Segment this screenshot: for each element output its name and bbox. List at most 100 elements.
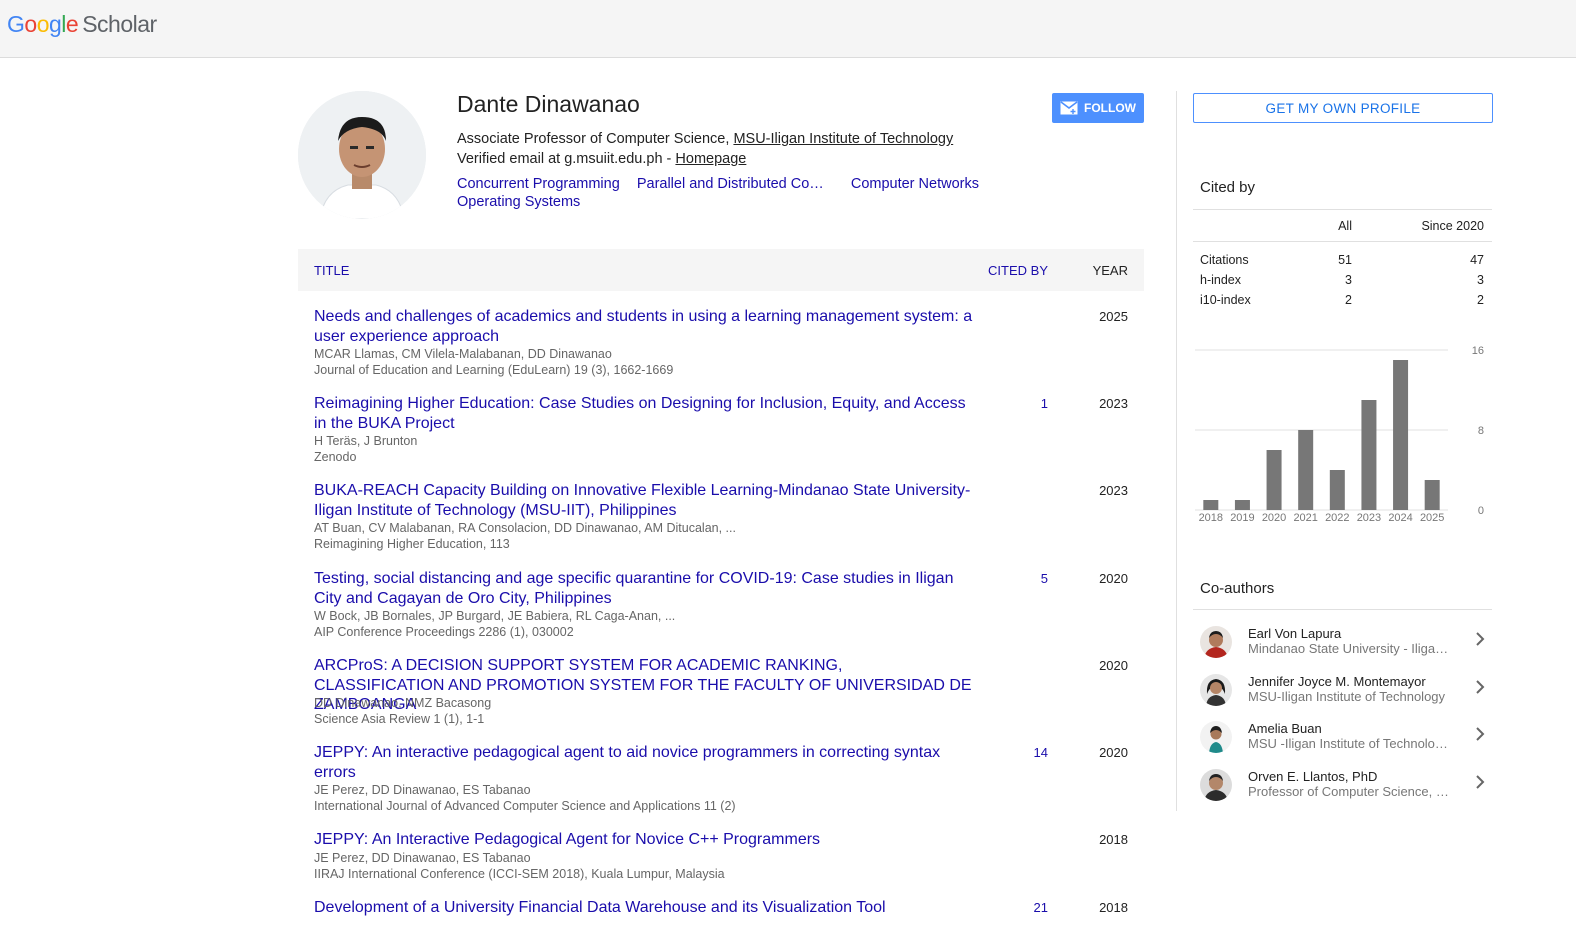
stat-label[interactable]: Citations xyxy=(1200,253,1249,267)
article-title[interactable]: BUKA-REACH Capacity Building on Innovati… xyxy=(314,481,974,520)
chart-bar-2025[interactable] xyxy=(1424,480,1440,510)
chevron-right-icon xyxy=(1476,680,1485,694)
co-author-affiliation: MSU -Iligan Institute of Technolo… xyxy=(1248,736,1448,751)
chart-x-tick-label: 2024 xyxy=(1388,512,1412,524)
co-author-affiliation: Professor of Computer Science, … xyxy=(1248,784,1448,799)
article-year: 2020 xyxy=(1099,571,1128,586)
homepage-link[interactable]: Homepage xyxy=(675,151,746,167)
article-venue: IIRAJ International Conference (ICCI-SEM… xyxy=(314,867,725,881)
article-cited-count[interactable]: 14 xyxy=(1034,745,1048,760)
article-cited-count[interactable]: 21 xyxy=(1034,900,1048,915)
chart-bar-2020[interactable] xyxy=(1266,450,1282,510)
co-author-name: Orven E. Llantos, PhD xyxy=(1248,769,1378,784)
chart-x-tick-label: 2020 xyxy=(1262,512,1286,524)
co-author-name: Jennifer Joyce M. Montemayor xyxy=(1248,674,1426,689)
co-author-item[interactable]: Orven E. Llantos, PhD Professor of Compu… xyxy=(1200,769,1492,813)
logo-google-text: Google xyxy=(7,11,79,37)
chevron-right-icon xyxy=(1476,775,1485,789)
chevron-right-icon xyxy=(1476,727,1485,741)
co-author-item[interactable]: Earl Von Lapura Mindanao State Universit… xyxy=(1200,626,1492,670)
article-title[interactable]: Development of a University Financial Da… xyxy=(314,898,974,918)
get-my-own-profile-button[interactable]: GET MY OWN PROFILE xyxy=(1193,93,1493,123)
co-author-affiliation: Mindanao State University - Iliga… xyxy=(1248,641,1448,656)
cited-by-heading: Cited by xyxy=(1200,179,1256,196)
chart-y-tick-label: 8 xyxy=(1478,425,1484,437)
chart-bar-2021[interactable] xyxy=(1298,430,1314,510)
citation-stat-row: Citations 51 47 xyxy=(1193,250,1492,270)
table-row: Development of a University Financial Da… xyxy=(298,882,1144,922)
article-venue: Journal of Education and Learning (EduLe… xyxy=(314,363,674,377)
article-year: 2023 xyxy=(1099,483,1128,498)
co-author-avatar xyxy=(1200,674,1232,706)
col-all: All xyxy=(1338,219,1352,233)
chart-bar-2024[interactable] xyxy=(1393,360,1409,510)
chart-x-tick-label: 2022 xyxy=(1325,512,1349,524)
table-row: JEPPY: An Interactive Pedagogical Agent … xyxy=(298,814,1144,882)
chart-y-tick-label: 0 xyxy=(1478,505,1484,517)
sort-by-cited[interactable]: CITED BY xyxy=(988,263,1048,278)
article-title[interactable]: Needs and challenges of academics and st… xyxy=(314,307,974,346)
affiliation-text: Associate Professor of Computer Science, xyxy=(457,131,734,147)
citation-stat-row: i10-index 2 2 xyxy=(1193,290,1492,310)
sort-by-title[interactable]: TITLE xyxy=(314,263,349,278)
affiliation-link[interactable]: MSU-Iligan Institute of Technology xyxy=(733,131,953,147)
top-bar: Google Scholar xyxy=(0,0,1576,58)
article-venue: International Journal of Advanced Comput… xyxy=(314,799,736,813)
article-venue: AIP Conference Proceedings 2286 (1), 030… xyxy=(314,625,574,639)
stat-label[interactable]: i10-index xyxy=(1200,293,1251,307)
research-interests: Concurrent Programming Parallel and Dist… xyxy=(457,175,1017,211)
interest-link[interactable]: Operating Systems xyxy=(457,193,580,211)
article-year: 2018 xyxy=(1099,832,1128,847)
co-author-avatar xyxy=(1200,626,1232,658)
chart-x-tick-label: 2018 xyxy=(1199,512,1223,524)
article-title[interactable]: Testing, social distancing and age speci… xyxy=(314,569,974,608)
mail-icon xyxy=(1060,101,1078,115)
column-divider xyxy=(1176,91,1177,811)
profile-affiliation: Associate Professor of Computer Science,… xyxy=(457,131,953,147)
citation-stats-header: All Since 2020 xyxy=(1193,209,1492,242)
email-text: Verified email at g.msuiit.edu.ph - xyxy=(457,151,676,167)
co-author-item[interactable]: Jennifer Joyce M. Montemayor MSU-Iligan … xyxy=(1200,674,1492,718)
article-year: 2020 xyxy=(1099,745,1128,760)
article-title[interactable]: JEPPY: An interactive pedagogical agent … xyxy=(314,743,974,782)
interest-link[interactable]: Concurrent Programming xyxy=(457,175,620,193)
article-authors: AT Buan, CV Malabanan, RA Consolacion, D… xyxy=(314,521,736,535)
co-author-avatar xyxy=(1200,769,1232,801)
chart-bar-2022[interactable] xyxy=(1329,470,1345,510)
chart-bar-2023[interactable] xyxy=(1361,400,1377,510)
article-year: 2020 xyxy=(1099,658,1128,673)
article-cited-count[interactable]: 1 xyxy=(1041,396,1048,411)
stat-since: 3 xyxy=(1477,273,1484,287)
sort-by-year[interactable]: YEAR xyxy=(1093,263,1128,278)
profile-email: Verified email at g.msuiit.edu.ph - Home… xyxy=(457,151,746,167)
article-title[interactable]: Reimagining Higher Education: Case Studi… xyxy=(314,394,974,433)
col-since: Since 2020 xyxy=(1421,219,1484,233)
article-title[interactable]: JEPPY: An Interactive Pedagogical Agent … xyxy=(314,830,974,850)
table-row: Testing, social distancing and age speci… xyxy=(298,553,1144,640)
article-cited-count[interactable]: 5 xyxy=(1041,571,1048,586)
stat-label[interactable]: h-index xyxy=(1200,273,1241,287)
citations-per-year-chart: 0 8 16 2018 2019 2020 2021 2022 2023 2024 2025 xyxy=(1193,340,1492,530)
interest-link[interactable]: Computer Networks xyxy=(851,175,979,193)
table-row: ARCProS: A DECISION SUPPORT SYSTEM FOR A… xyxy=(298,640,1144,727)
profile-name: Dante Dinawanao xyxy=(457,91,640,117)
co-author-name: Earl Von Lapura xyxy=(1248,626,1342,641)
article-authors: H Teräs, J Brunton xyxy=(314,434,418,448)
google-scholar-logo[interactable]: Google Scholar xyxy=(7,11,157,38)
chart-x-tick-label: 2025 xyxy=(1420,512,1444,524)
stat-all: 3 xyxy=(1345,273,1352,287)
co-author-affiliation: MSU-Iligan Institute of Technology xyxy=(1248,689,1446,704)
article-authors: DD Dinawanao, NMZ Bacasong xyxy=(314,696,492,710)
article-venue: Science Asia Review 1 (1), 1-1 xyxy=(314,712,485,726)
chart-bar-2019[interactable] xyxy=(1234,500,1250,510)
chevron-right-icon xyxy=(1476,632,1485,646)
chart-x-tick-label: 2023 xyxy=(1357,512,1381,524)
co-author-item[interactable]: Amelia Buan MSU -Iligan Institute of Tec… xyxy=(1200,721,1492,765)
follow-button[interactable]: FOLLOW xyxy=(1052,93,1144,123)
article-authors: W Bock, JB Bornales, JP Burgard, JE Babi… xyxy=(314,609,676,623)
interest-link[interactable]: Parallel and Distributed Co… xyxy=(637,175,824,193)
table-row: Needs and challenges of academics and st… xyxy=(298,291,1144,378)
chart-bar-2018[interactable] xyxy=(1203,500,1219,510)
co-author-name: Amelia Buan xyxy=(1248,721,1322,736)
citation-stat-row: h-index 3 3 xyxy=(1193,270,1492,290)
